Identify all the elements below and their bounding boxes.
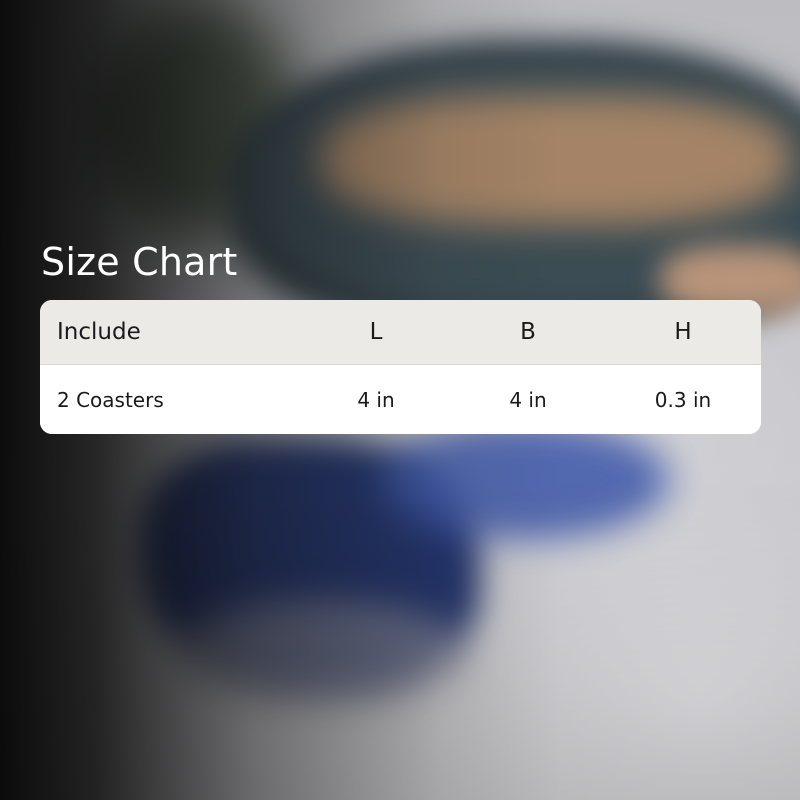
size-chart-graphic: Size Chart Include L B H 2 Coasters 4 in…	[0, 0, 800, 800]
header-height: H	[674, 319, 692, 345]
header-length: L	[369, 319, 383, 345]
size-table: Include L B H 2 Coasters 4 in 4 in 0.3 i…	[40, 300, 761, 434]
cell-include: 2 Coasters	[57, 387, 164, 412]
cell-height: 0.3 in	[654, 387, 712, 412]
header-breadth: B	[520, 319, 536, 345]
header-include: Include	[57, 319, 141, 345]
cell-breadth: 4 in	[509, 387, 547, 412]
page-title: Size Chart	[41, 240, 238, 284]
table-row: 2 Coasters 4 in 4 in 0.3 in	[40, 365, 761, 434]
table-header-row: Include L B H	[40, 300, 761, 365]
cell-length: 4 in	[357, 387, 395, 412]
